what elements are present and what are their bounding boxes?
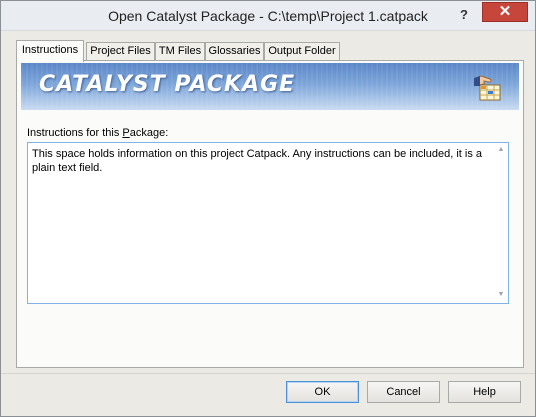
close-button[interactable]: ✕	[482, 2, 528, 22]
scroll-up-icon[interactable]: ▲	[496, 146, 506, 154]
cancel-button[interactable]: Cancel	[367, 381, 440, 403]
instructions-label-rest: ackage:	[129, 127, 169, 139]
tab-tm-files[interactable]: TM Files	[155, 42, 205, 61]
help-button[interactable]: Help	[448, 381, 521, 403]
help-title-button[interactable]: ?	[457, 7, 471, 23]
banner-title: CATALYST PACKAGE	[39, 72, 296, 97]
tab-instructions[interactable]: Instructions	[16, 40, 84, 62]
ok-button[interactable]: OK	[286, 381, 359, 403]
footer-divider	[1, 373, 535, 374]
instructions-label-mnemonic: P	[122, 127, 130, 139]
tab-project-files[interactable]: Project Files	[86, 42, 155, 61]
window-title: Open Catalyst Package - C:\temp\Project …	[108, 8, 428, 24]
package-hand-icon	[474, 75, 501, 101]
scroll-down-icon[interactable]: ▼	[496, 291, 506, 299]
instructions-label: Instructions for this Package:	[27, 127, 168, 139]
tab-output-folder[interactable]: Output Folder	[264, 42, 340, 61]
close-icon: ✕	[498, 3, 512, 20]
dialog-window: Open Catalyst Package - C:\temp\Project …	[0, 0, 536, 417]
title-bar: Open Catalyst Package - C:\temp\Project …	[1, 1, 535, 31]
instructions-label-text: Instructions for this	[27, 127, 123, 139]
catalyst-banner: CATALYST PACKAGE	[21, 63, 519, 110]
tab-glossaries[interactable]: Glossaries	[205, 42, 264, 61]
tab-panel-instructions: CATALYST PACKAGE Instructions for this P…	[16, 60, 524, 368]
instructions-textarea[interactable]: This space holds information on this pro…	[27, 142, 509, 304]
